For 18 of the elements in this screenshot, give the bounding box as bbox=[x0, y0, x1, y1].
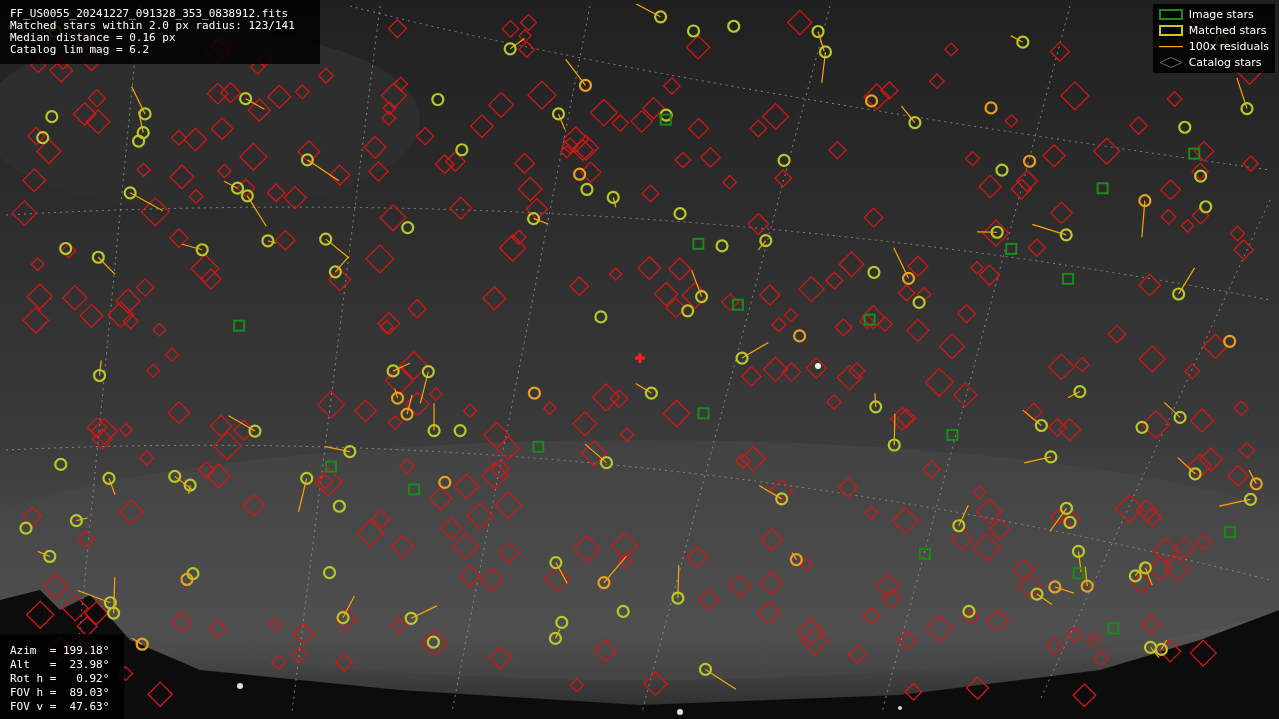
legend-label: 100x residuals bbox=[1188, 40, 1269, 53]
center-cross-icon bbox=[633, 351, 647, 365]
legend-label: Image stars bbox=[1188, 8, 1254, 21]
catalog-star-swatch-icon bbox=[1158, 57, 1183, 68]
info-text: Matched stars within 2.0 px radius: 123/141 bbox=[10, 20, 296, 32]
matched-star-swatch-icon bbox=[1158, 25, 1183, 36]
pointing-text: Alt = 23.98° bbox=[10, 659, 111, 671]
image-star-swatch-icon bbox=[1158, 9, 1183, 20]
pointing-text: FOV v = 47.63° bbox=[10, 701, 111, 713]
info-text: Median distance = 0.16 px bbox=[10, 32, 177, 44]
legend-label: Matched stars bbox=[1188, 24, 1267, 37]
legend-label: Catalog stars bbox=[1188, 56, 1262, 69]
pointing-text: Rot h = 0.92° bbox=[10, 673, 111, 685]
info-text: Catalog lim mag = 6.2 bbox=[10, 44, 151, 56]
residual-line-icon bbox=[1158, 45, 1183, 48]
pointing-text: FOV h = 89.03° bbox=[10, 687, 111, 699]
info-text: FF_US0055_20241227_091328_353_0838912.fits bbox=[10, 8, 290, 20]
pointing-text: Azim = 199.18° bbox=[10, 645, 111, 657]
